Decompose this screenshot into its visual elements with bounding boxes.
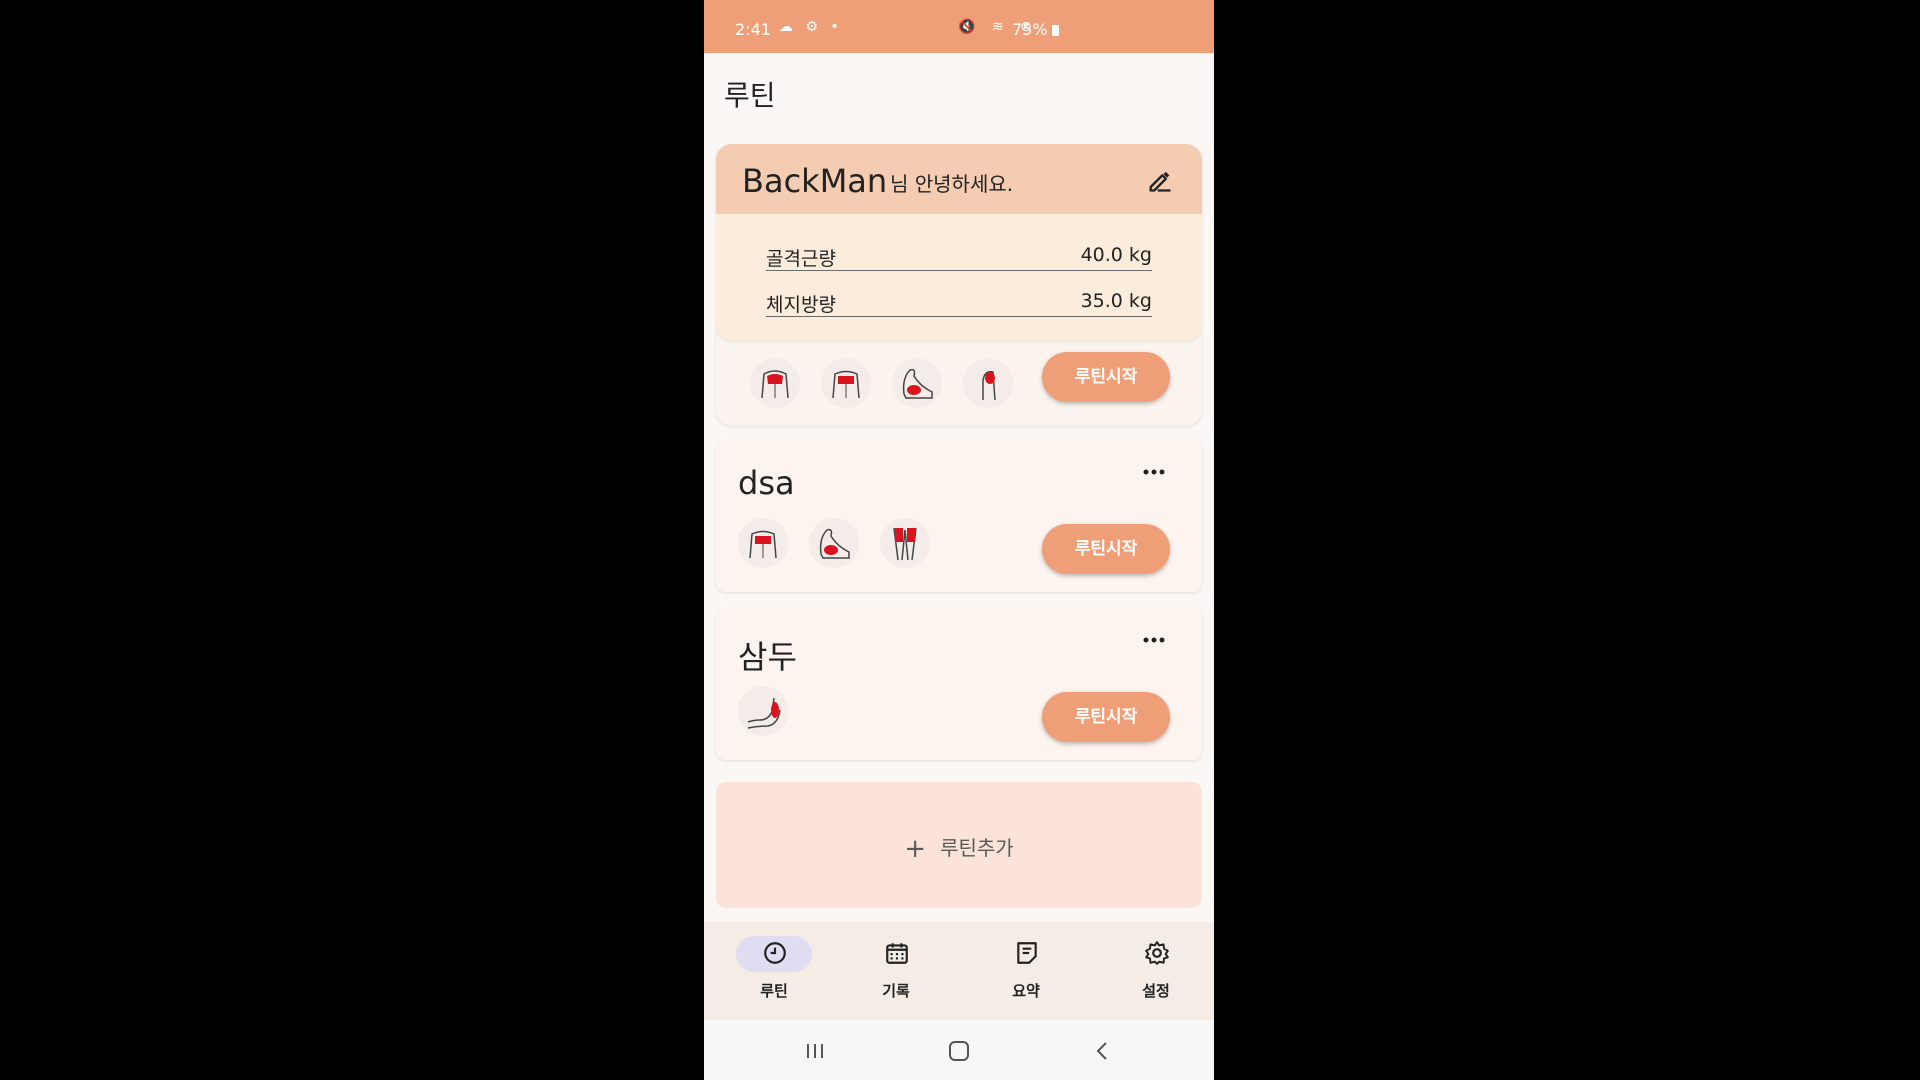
chest-muscle-icon (821, 358, 871, 408)
nav-item-summary[interactable]: 요약 (976, 922, 1076, 1020)
chest-front-muscle-icon (750, 358, 800, 408)
start-routine-button[interactable]: 루틴시작 (1042, 524, 1170, 574)
home-icon[interactable] (944, 1038, 974, 1064)
nav-label: 기록 (882, 982, 910, 1000)
biceps-muscle-icon (892, 358, 942, 408)
start-routine-button[interactable]: 루틴시작 (1042, 692, 1170, 742)
nav-label: 설정 (1142, 982, 1170, 1000)
routine-title: 삼두 (738, 638, 797, 676)
add-routine-label: 루틴추가 (940, 836, 1014, 860)
routine-title: dsa (738, 464, 795, 502)
nav-item-records[interactable]: 기록 (846, 922, 946, 1020)
system-navigation-bar (704, 1020, 1214, 1080)
stat-row-muscle-mass: 골격근량 40.0 kg (766, 236, 1152, 271)
add-routine-button[interactable]: + 루틴추가 (716, 782, 1202, 908)
settings-icon (1145, 941, 1169, 965)
edit-icon[interactable] (1146, 166, 1174, 194)
legs-muscle-icon (880, 518, 930, 568)
stat-value: 40.0 kg (1080, 244, 1152, 266)
summary-icon (1017, 942, 1037, 964)
battery-icon (1052, 25, 1059, 36)
stat-label: 골격근량 (766, 248, 836, 270)
phone-screen: 2:41 ☁ ⚙ • 🔇 ≋ ⊘ 75% 루틴 BackMan 님 안녕하세요.… (704, 0, 1214, 1080)
profile-greeting: 님 안녕하세요. (890, 172, 1014, 196)
bottom-navigation: 루틴 기록 요약 설정 (704, 922, 1214, 1020)
profile-header: BackMan 님 안녕하세요. (716, 144, 1202, 214)
profile-muscle-row: 루틴시작 (716, 340, 1202, 426)
triceps-muscle-icon (738, 686, 788, 736)
nav-label: 요약 (1012, 982, 1040, 1000)
biceps-muscle-icon (809, 518, 859, 568)
battery-level: 75% (1012, 20, 1048, 39)
status-notification-icons: ☁ ⚙ • (779, 19, 843, 35)
page-title: 루틴 (724, 79, 776, 112)
status-bar: 2:41 ☁ ⚙ • 🔇 ≋ ⊘ 75% (704, 0, 1214, 53)
routine-card[interactable]: dsa 루틴시작 (716, 440, 1202, 592)
plus-icon: + (904, 834, 927, 864)
more-options-icon[interactable] (1142, 636, 1166, 644)
start-routine-button[interactable]: 루틴시작 (1042, 352, 1170, 402)
routine-card[interactable]: 삼두 루틴시작 (716, 608, 1202, 760)
nav-item-routine[interactable]: 루틴 (716, 922, 816, 1020)
calendar-icon (886, 943, 908, 964)
more-options-icon[interactable] (1142, 468, 1166, 476)
nav-item-settings[interactable]: 설정 (1106, 922, 1206, 1020)
back-icon[interactable] (1088, 1038, 1118, 1064)
stat-value: 35.0 kg (1080, 290, 1152, 312)
routine-icon (764, 942, 786, 964)
nav-label: 루틴 (760, 982, 788, 1000)
status-time: 2:41 (735, 20, 771, 39)
stat-row-body-fat: 체지방량 35.0 kg (766, 282, 1152, 317)
body-stats: 골격근량 40.0 kg 체지방량 35.0 kg (716, 214, 1202, 340)
stat-label: 체지방량 (766, 294, 836, 316)
profile-name: BackMan (742, 162, 888, 200)
recent-apps-icon[interactable] (800, 1038, 830, 1064)
chest-muscle-icon (738, 518, 788, 568)
shoulder-muscle-icon (963, 358, 1013, 408)
profile-card: BackMan 님 안녕하세요. 골격근량 40.0 kg 체지방량 35.0 … (716, 144, 1202, 426)
